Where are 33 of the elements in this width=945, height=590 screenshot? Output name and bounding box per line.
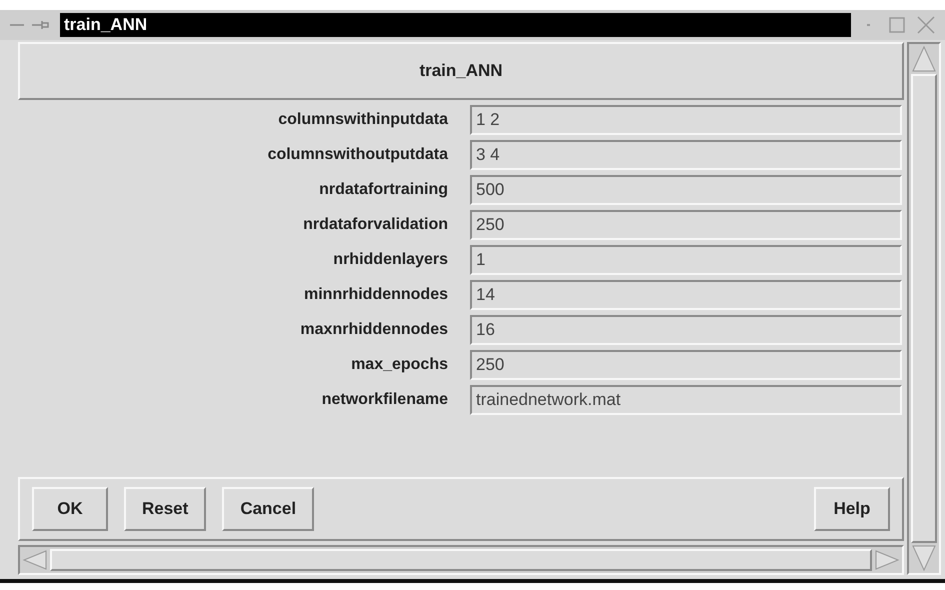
window-title: train_ANN [60,13,851,37]
input-field[interactable]: 1 [470,245,902,275]
field-label: nrdatafortraining [318,180,448,200]
input-field[interactable]: trainednetwork.mat [470,385,902,415]
field-label: nrhiddenlayers [332,250,448,270]
dialog-button[interactable]: Help [814,487,890,531]
input-field[interactable]: 250 [470,350,902,380]
input-field[interactable]: 16 [470,315,902,345]
scrollbar-thumb[interactable] [50,549,872,571]
field-label: columnswithinputdata [277,110,448,130]
close-icon[interactable] [915,14,937,36]
input-field[interactable]: 500 [470,175,902,205]
form-header: train_ANN [18,42,904,100]
field-label: nrdataforvalidation [302,215,448,235]
horizontal-scrollbar[interactable] [18,545,904,575]
scrollbar-thumb[interactable] [911,74,937,543]
dialog-button[interactable]: Cancel [222,487,314,531]
field-label: max_epochs [350,355,448,375]
dialog-button[interactable]: Reset [124,487,206,531]
scroll-up-icon[interactable] [910,44,938,74]
maximize-icon[interactable] [887,15,907,35]
dialog-button[interactable]: OK [32,487,108,531]
input-field[interactable]: 250 [470,210,902,240]
window-menu-icon[interactable] [8,18,52,32]
input-field[interactable]: 1 2 [470,105,902,135]
input-field[interactable]: 14 [470,280,902,310]
field-label: columnswithoutputdata [266,145,448,165]
field-label: minnrhiddennodes [303,285,448,305]
field-label: maxnrhiddennodes [299,320,448,340]
input-field[interactable]: 3 4 [470,140,902,170]
scroll-down-icon[interactable] [910,543,938,573]
field-label: networkfilename [320,390,448,410]
vertical-scrollbar[interactable] [907,42,941,575]
